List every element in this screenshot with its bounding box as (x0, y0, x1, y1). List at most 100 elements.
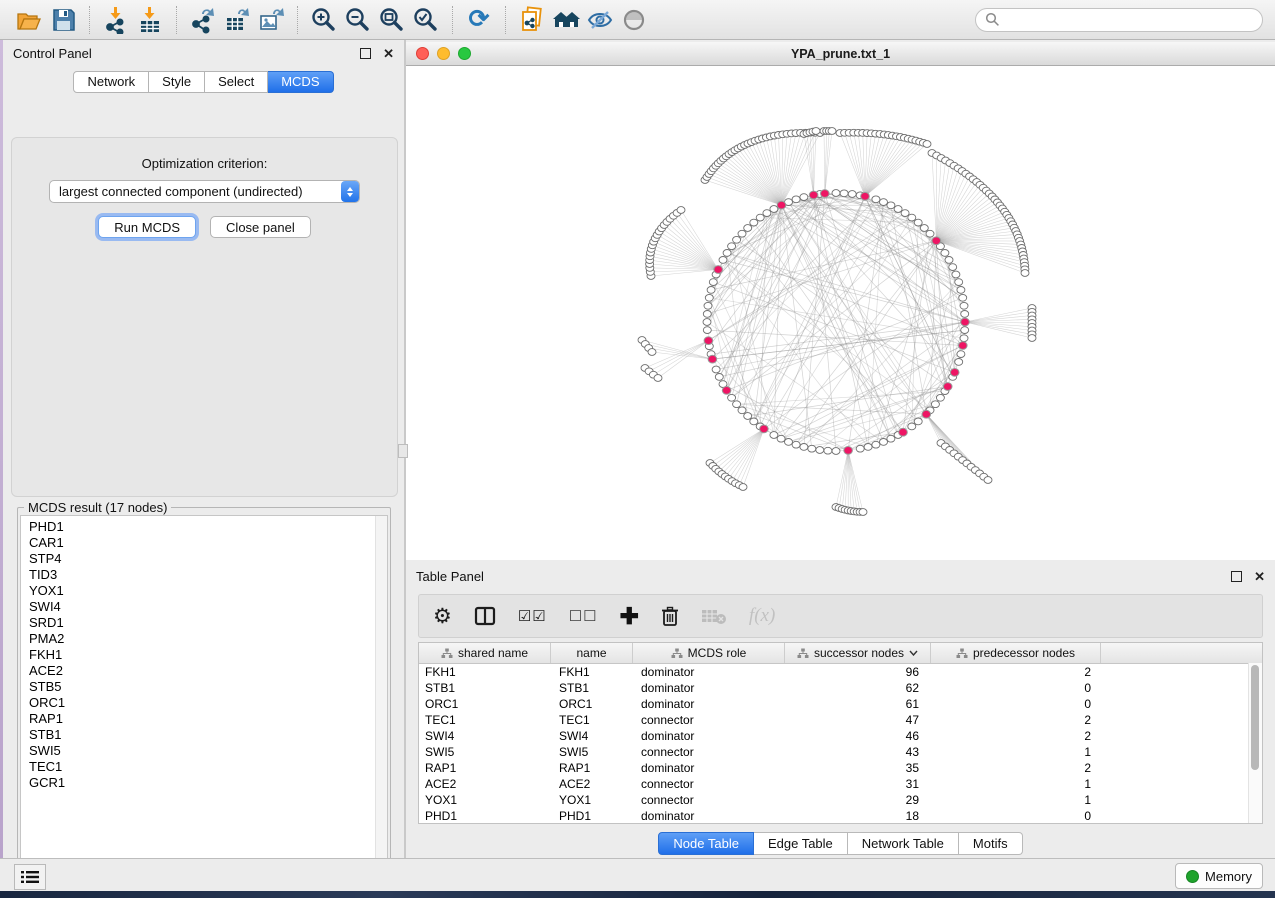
run-mcds-button[interactable]: Run MCDS (98, 216, 196, 238)
column-header-MCDS-role[interactable]: MCDS role (633, 643, 785, 663)
show-columns-icon[interactable] (474, 603, 496, 629)
table-cell: 96 (785, 665, 931, 679)
vertical-splitter-grip[interactable] (398, 444, 408, 458)
network-view-panel: YPA_prune.txt_1 (406, 42, 1275, 560)
mcds-result-item[interactable]: FKH1 (29, 647, 387, 663)
toolbar-separator (505, 6, 506, 34)
mcds-result-title: MCDS result (17 nodes) (24, 500, 171, 515)
import-table-icon[interactable] (133, 4, 167, 36)
mcds-result-item[interactable]: PMA2 (29, 631, 387, 647)
table-row[interactable]: ACE2ACE2connector311 (419, 776, 1262, 792)
search-input[interactable] (1005, 11, 1253, 28)
tab-select[interactable]: Select (205, 71, 268, 93)
memory-label: Memory (1205, 869, 1252, 884)
tab-style[interactable]: Style (149, 71, 205, 93)
import-network-icon[interactable] (99, 4, 133, 36)
table-row[interactable]: TEC1TEC1connector472 (419, 712, 1262, 728)
mcds-result-item[interactable]: SRD1 (29, 615, 387, 631)
log-console-button[interactable] (14, 864, 46, 890)
zoom-out-icon[interactable] (341, 4, 375, 36)
table-row[interactable]: RAP1RAP1dominator352 (419, 760, 1262, 776)
float-panel-icon[interactable] (1231, 571, 1242, 582)
show-all-icon[interactable] (617, 4, 651, 36)
tab-network[interactable]: Network (73, 71, 149, 93)
table-cell: ACE2 (419, 777, 551, 791)
mcds-list-scrollbar[interactable] (375, 516, 387, 876)
zoom-fit-icon[interactable] (375, 4, 409, 36)
tab-network-table[interactable]: Network Table (848, 832, 959, 855)
table-cell: dominator (633, 809, 785, 823)
network-title: YPA_prune.txt_1 (406, 47, 1275, 61)
table-cell: SWI5 (419, 745, 551, 759)
mcds-result-item[interactable]: YOX1 (29, 583, 387, 599)
optimization-criterion-select[interactable]: largest connected component (undirected) (49, 180, 360, 203)
mcds-result-item[interactable]: TEC1 (29, 759, 387, 775)
table-row[interactable]: YOX1YOX1connector291 (419, 792, 1262, 808)
mcds-result-item[interactable]: STP4 (29, 551, 387, 567)
table-row[interactable]: PHD1PHD1dominator180 (419, 808, 1262, 824)
mcds-result-item[interactable]: RAP1 (29, 711, 387, 727)
close-panel-icon[interactable]: ✕ (383, 49, 394, 58)
mcds-result-item[interactable]: ACE2 (29, 663, 387, 679)
mcds-options-panel: Optimization criterion: largest connecte… (11, 137, 398, 497)
table-row[interactable]: STB1STB1dominator620 (419, 680, 1262, 696)
table-row[interactable]: SWI4SWI4dominator462 (419, 728, 1262, 744)
mcds-result-item[interactable]: TID3 (29, 567, 387, 583)
close-panel-icon[interactable]: ✕ (1254, 572, 1265, 581)
add-row-plus-icon[interactable]: ✚ (620, 603, 639, 629)
memory-button[interactable]: Memory (1175, 863, 1263, 889)
table-row[interactable]: FKH1FKH1dominator962 (419, 664, 1262, 680)
zoom-in-icon[interactable] (307, 4, 341, 36)
mcds-result-item[interactable]: SWI4 (29, 599, 387, 615)
close-panel-button[interactable]: Close panel (210, 216, 311, 238)
select-all-icon[interactable]: ☑☑ (518, 603, 547, 629)
zoom-selected-icon[interactable] (409, 4, 443, 36)
mcds-result-item[interactable]: PHD1 (29, 519, 387, 535)
table-cell: connector (633, 777, 785, 791)
hide-selected-icon[interactable] (583, 4, 617, 36)
export-image-icon[interactable] (254, 4, 288, 36)
table-cell: 2 (931, 729, 1101, 743)
table-row[interactable]: ORC1ORC1dominator610 (419, 696, 1262, 712)
toolbar-separator (297, 6, 298, 34)
table-cell: 0 (931, 681, 1101, 695)
first-neighbors-icon[interactable] (549, 4, 583, 36)
select-stepper-icon (341, 181, 359, 202)
search-field[interactable] (975, 8, 1263, 32)
mcds-result-item[interactable]: STB5 (29, 679, 387, 695)
table-scrollbar-thumb[interactable] (1251, 665, 1259, 770)
control-panel-tabs: Network Style Select MCDS (3, 71, 404, 93)
delete-trash-icon[interactable] (661, 603, 679, 629)
column-header-shared-name[interactable]: shared name (419, 643, 551, 663)
tab-node-table[interactable]: Node Table (658, 832, 754, 855)
export-network-icon[interactable] (186, 4, 220, 36)
mcds-result-item[interactable]: GCR1 (29, 775, 387, 791)
table-options-gear-icon[interactable]: ⚙ (433, 603, 452, 629)
mcds-result-item[interactable]: ORC1 (29, 695, 387, 711)
apply-layout-icon[interactable]: ⟳ (462, 4, 496, 36)
clone-network-icon[interactable] (515, 4, 549, 36)
table-scrollbar[interactable] (1248, 663, 1262, 823)
column-header-name[interactable]: name (551, 643, 633, 663)
float-panel-icon[interactable] (360, 48, 371, 59)
table-cell: 47 (785, 713, 931, 727)
table-cell: ORC1 (419, 697, 551, 711)
table-cell: dominator (633, 729, 785, 743)
table-row[interactable]: SWI5SWI5connector431 (419, 744, 1262, 760)
open-session-icon[interactable] (12, 4, 46, 36)
mcds-result-item[interactable]: SWI5 (29, 743, 387, 759)
mcds-result-list[interactable]: PHD1CAR1STP4TID3YOX1SWI4SRD1PMA2FKH1ACE2… (20, 515, 388, 877)
sort-desc-icon (909, 650, 918, 656)
save-session-icon[interactable] (46, 4, 80, 36)
mcds-result-item[interactable]: STB1 (29, 727, 387, 743)
column-header-predecessor-nodes[interactable]: predecessor nodes (931, 643, 1101, 663)
tab-mcds[interactable]: MCDS (268, 71, 333, 93)
export-table-icon[interactable] (220, 4, 254, 36)
mcds-result-item[interactable]: CAR1 (29, 535, 387, 551)
network-graph[interactable] (406, 66, 1275, 560)
tab-motifs[interactable]: Motifs (959, 832, 1023, 855)
column-header-successor-nodes[interactable]: successor nodes (785, 643, 931, 663)
network-window-titlebar[interactable]: YPA_prune.txt_1 (406, 42, 1275, 66)
tab-edge-table[interactable]: Edge Table (754, 832, 848, 855)
deselect-all-icon[interactable]: ☐☐ (569, 603, 598, 629)
